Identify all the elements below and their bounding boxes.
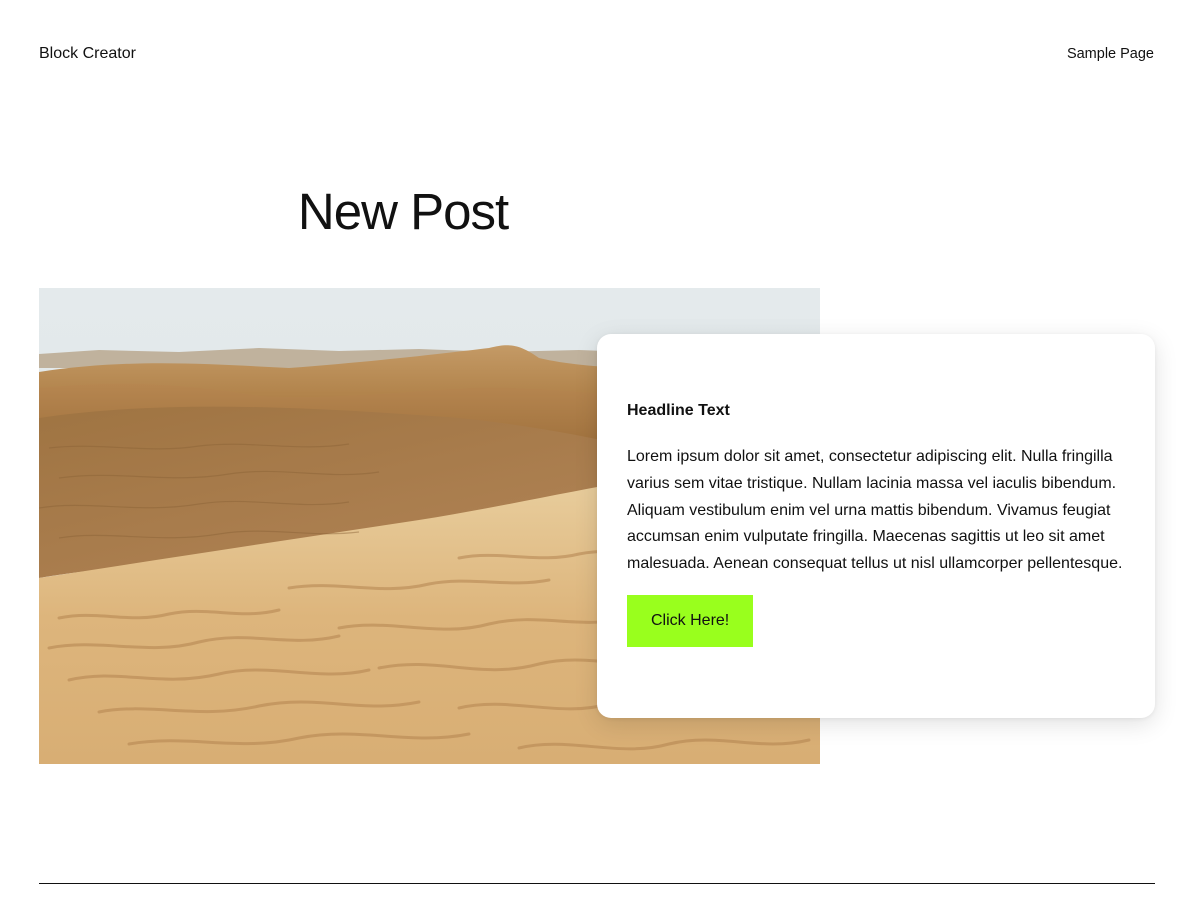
click-here-button[interactable]: Click Here! bbox=[627, 594, 754, 647]
page-title: New Post bbox=[297, 183, 509, 240]
content-card: Headline Text Lorem ipsum dolor sit amet… bbox=[597, 334, 1155, 718]
card-headline: Headline Text bbox=[627, 402, 730, 419]
nav-link-sample-page[interactable]: Sample Page bbox=[1067, 45, 1154, 63]
footer-divider bbox=[39, 883, 1155, 884]
page: Block Creator Sample Page New Post Headl… bbox=[0, 0, 1200, 898]
site-title-link[interactable]: Block Creator bbox=[39, 44, 136, 64]
card-body-text: Lorem ipsum dolor sit amet, consectetur … bbox=[627, 448, 1123, 573]
